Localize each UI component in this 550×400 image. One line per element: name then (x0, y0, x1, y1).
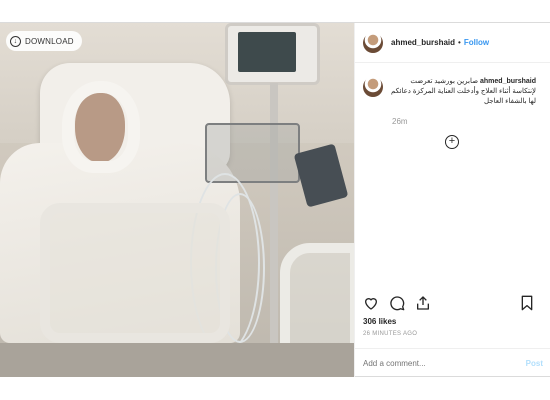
caption-time: 26m (392, 117, 408, 126)
post-sidebar: ahmed_burshaid • Follow ahmed_burshaid ص… (354, 23, 550, 377)
download-label: DOWNLOAD (25, 36, 74, 46)
share-icon (417, 296, 429, 310)
post-comment-button[interactable]: Post (526, 359, 543, 368)
heart-icon (364, 298, 378, 310)
caption-line-2: لإنتكاسة أثناء العلاج وأدخلت العناية الم… (391, 88, 537, 95)
load-more-comments-button[interactable]: + (445, 135, 459, 149)
caption-line-1: صابرين بورشيد تعرضت (410, 78, 479, 85)
caption-line-3: لها بالشفاء العاجل (484, 98, 537, 105)
avatar[interactable] (363, 77, 383, 97)
photo-monitor-screen (238, 32, 296, 72)
photo-monitor (225, 23, 320, 85)
caption: ahmed_burshaid صابرين بورشيد تعرضت لإنتك… (355, 63, 550, 107)
avatar[interactable] (363, 32, 383, 53)
save-button[interactable] (519, 295, 535, 311)
post-header: ahmed_burshaid • Follow (355, 23, 550, 63)
bookmark-icon (521, 295, 533, 311)
caption-username[interactable]: ahmed_burshaid (480, 78, 536, 85)
caption-body: ahmed_burshaid صابرين بورشيد تعرضت لإنتك… (391, 77, 536, 107)
download-button[interactable]: ↓ DOWNLOAD (6, 31, 82, 51)
separator-dot: • (458, 38, 461, 47)
download-icon: ↓ (10, 35, 21, 47)
share-button[interactable] (415, 295, 431, 311)
add-comment-input[interactable] (363, 358, 526, 368)
likes-count[interactable]: 306 likes (363, 317, 396, 326)
comment-button[interactable] (389, 295, 405, 311)
like-button[interactable] (363, 295, 379, 311)
caption-first-line: ahmed_burshaid صابرين بورشيد تعرضت (391, 77, 536, 87)
add-comment-bar: Post (355, 348, 550, 377)
comment-icon (390, 296, 405, 311)
action-bar (363, 293, 545, 313)
follow-button[interactable]: Follow (464, 38, 489, 47)
post-timestamp: 26 MINUTES AGO (363, 331, 418, 337)
post-photo[interactable]: ↓ DOWNLOAD (0, 23, 354, 377)
post-frame: ↓ DOWNLOAD ahmed_burshaid • Follow ahmed… (0, 22, 550, 377)
photo-device (293, 143, 349, 208)
photo-floor (0, 343, 354, 377)
username-link[interactable]: ahmed_burshaid (391, 38, 455, 47)
photo-bed-rail (40, 203, 230, 343)
photo-scarf (62, 81, 140, 173)
